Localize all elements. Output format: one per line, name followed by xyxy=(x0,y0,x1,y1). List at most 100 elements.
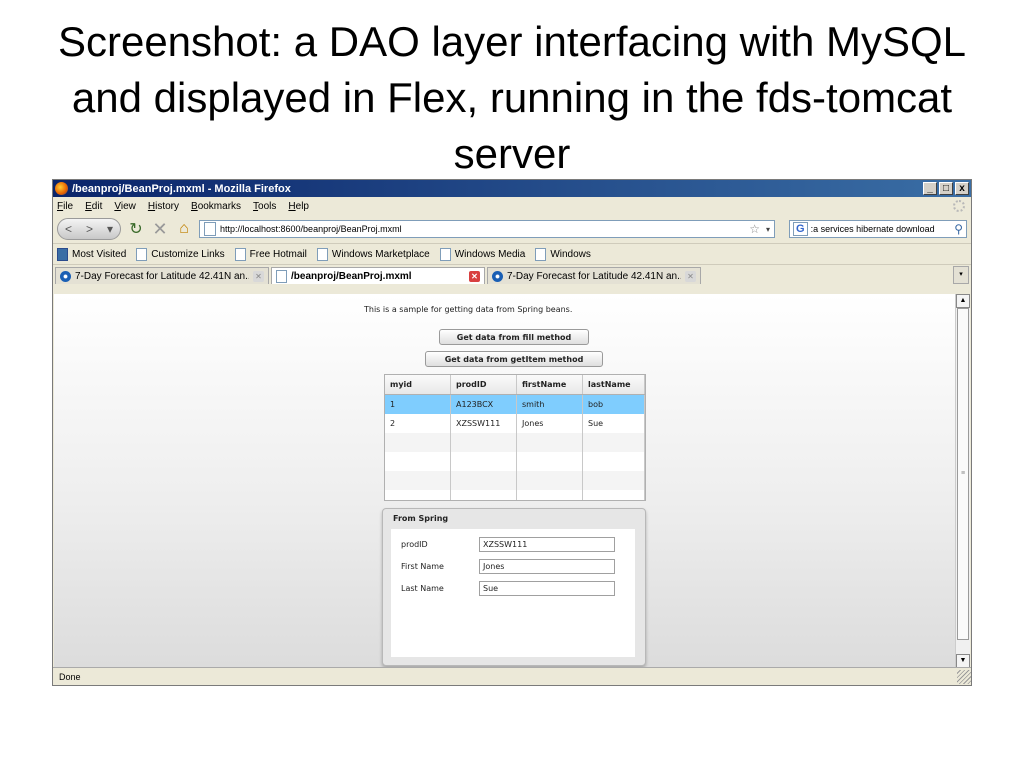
list-all-tabs-icon[interactable]: ▾ xyxy=(953,266,969,284)
scroll-thumb[interactable]: ≡ xyxy=(957,308,969,640)
prodid-input[interactable]: XZSSW111 xyxy=(479,537,615,552)
noaa-icon xyxy=(492,270,503,282)
cell-firstname: Jones xyxy=(516,414,583,433)
navigation-toolbar: < > ▾ ↻ ✕ ⌂ http://localhost:8600/beanpr… xyxy=(53,215,971,243)
menu-bookmarks[interactable]: Bookmarks xyxy=(191,201,241,212)
get-getitem-button[interactable]: Get data from getItem method xyxy=(425,351,603,367)
tab-close-icon[interactable]: ✕ xyxy=(253,270,264,282)
forward-button[interactable]: > xyxy=(86,222,93,236)
grid-header-row: myid prodID firstName lastName xyxy=(385,375,645,395)
column-header-firstname[interactable]: firstName xyxy=(516,375,583,395)
scroll-up-icon[interactable]: ▲ xyxy=(956,294,970,308)
status-text: Done xyxy=(59,671,81,682)
bookmark-free-hotmail[interactable]: Free Hotmail xyxy=(234,247,307,261)
page-icon xyxy=(276,269,287,283)
slide-title: Screenshot: a DAO layer interfacing with… xyxy=(57,18,967,177)
empty-row xyxy=(385,452,645,471)
minimize-button[interactable]: _ xyxy=(923,182,937,195)
home-icon[interactable]: ⌂ xyxy=(175,220,193,238)
maximize-button[interactable]: □ xyxy=(939,182,953,195)
prodid-label: prodID xyxy=(401,540,428,549)
lastname-input[interactable]: Sue xyxy=(479,581,615,596)
table-row[interactable]: 2 XZSSW111 Jones Sue xyxy=(385,414,645,433)
reload-icon[interactable]: ↻ xyxy=(127,219,145,239)
tab-label: /beanproj/BeanProj.mxml xyxy=(291,270,412,282)
page-icon xyxy=(316,247,328,261)
most-visited-icon xyxy=(57,247,68,261)
tab-bar: 7-Day Forecast for Latitude 42.41N an...… xyxy=(53,264,971,284)
back-forward-group: < > ▾ xyxy=(57,218,121,240)
tab-label: 7-Day Forecast for Latitude 42.41N an... xyxy=(507,270,681,282)
throbber-icon xyxy=(953,200,965,212)
lastname-row: Last Name Sue xyxy=(401,581,615,596)
bookmark-star-icon[interactable]: ☆ xyxy=(749,222,760,236)
from-spring-panel: From Spring prodID XZSSW111 First Name J… xyxy=(382,508,646,666)
search-box[interactable]: G :a services hibernate download ⚲ xyxy=(789,220,967,238)
prodid-row: prodID XZSSW111 xyxy=(401,537,615,552)
cell-myid: 2 xyxy=(385,414,451,433)
bookmark-most-visited[interactable]: Most Visited xyxy=(57,247,126,261)
tab-forecast-1[interactable]: 7-Day Forecast for Latitude 42.41N an...… xyxy=(55,267,269,284)
cell-prodid: XZSSW111 xyxy=(450,414,517,433)
bookmark-windows[interactable]: Windows xyxy=(535,247,591,261)
data-grid[interactable]: myid prodID firstName lastName 1 A123BCX… xyxy=(384,374,646,501)
tab-close-icon[interactable]: ✕ xyxy=(469,270,480,282)
window-title: /beanproj/BeanProj.mxml - Mozilla Firefo… xyxy=(72,182,291,195)
cell-firstname: smith xyxy=(516,394,583,414)
column-header-prodid[interactable]: prodID xyxy=(450,375,517,395)
url-dropdown-icon[interactable]: ▾ xyxy=(766,225,770,234)
menu-view[interactable]: View xyxy=(114,201,136,212)
menu-tools[interactable]: Tools xyxy=(253,201,276,212)
cell-lastname: Sue xyxy=(582,414,645,433)
table-row[interactable]: 1 A123BCX smith bob xyxy=(385,394,645,414)
menu-file[interactable]: File xyxy=(57,201,73,212)
search-icon[interactable]: ⚲ xyxy=(954,222,963,236)
status-bar: Done xyxy=(53,667,971,685)
url-bar[interactable]: http://localhost:8600/beanproj/BeanProj.… xyxy=(199,220,775,238)
history-dropdown-icon[interactable]: ▾ xyxy=(107,222,113,236)
page-icon xyxy=(439,247,451,261)
noaa-icon xyxy=(60,270,71,282)
empty-row xyxy=(385,471,645,490)
tab-label: 7-Day Forecast for Latitude 42.41N an... xyxy=(75,270,249,282)
bookmark-windows-media[interactable]: Windows Media xyxy=(439,247,525,261)
tab-beanproj[interactable]: /beanproj/BeanProj.mxml ✕ xyxy=(271,267,485,284)
cell-myid: 1 xyxy=(385,394,451,414)
page-icon xyxy=(234,247,246,261)
back-button[interactable]: < xyxy=(65,222,72,236)
panel-body: prodID XZSSW111 First Name Jones Last Na… xyxy=(391,529,635,657)
lastname-label: Last Name xyxy=(401,584,444,593)
page-icon xyxy=(535,247,547,261)
cell-lastname: bob xyxy=(582,394,645,414)
bookmark-customize-links[interactable]: Customize Links xyxy=(136,247,225,261)
window-titlebar[interactable]: /beanproj/BeanProj.mxml - Mozilla Firefo… xyxy=(53,180,971,197)
cell-prodid: A123BCX xyxy=(450,394,517,414)
intro-text: This is a sample for getting data from S… xyxy=(364,305,573,314)
close-button[interactable]: x xyxy=(955,182,969,195)
menu-help[interactable]: Help xyxy=(288,201,309,212)
menu-history[interactable]: History xyxy=(148,201,179,212)
flex-app-content: This is a sample for getting data from S… xyxy=(54,294,956,668)
scroll-down-icon[interactable]: ▼ xyxy=(956,654,970,668)
firstname-row: First Name Jones xyxy=(401,559,615,574)
tab-forecast-2[interactable]: 7-Day Forecast for Latitude 42.41N an...… xyxy=(487,267,701,284)
empty-row xyxy=(385,433,645,452)
menu-edit[interactable]: Edit xyxy=(85,201,102,212)
page-icon xyxy=(136,247,148,261)
column-header-lastname[interactable]: lastName xyxy=(582,375,645,395)
search-input[interactable]: :a services hibernate download xyxy=(811,224,955,234)
stop-icon[interactable]: ✕ xyxy=(151,219,169,240)
bookmark-windows-marketplace[interactable]: Windows Marketplace xyxy=(316,247,430,261)
google-icon[interactable]: G xyxy=(793,222,808,236)
firstname-input[interactable]: Jones xyxy=(479,559,615,574)
column-header-myid[interactable]: myid xyxy=(385,375,451,395)
vertical-scrollbar[interactable]: ▲ ≡ ▼ xyxy=(955,294,970,668)
firefox-icon xyxy=(55,182,68,195)
firstname-label: First Name xyxy=(401,562,444,571)
page-icon xyxy=(204,222,216,236)
url-text[interactable]: http://localhost:8600/beanproj/BeanProj.… xyxy=(220,224,749,234)
tab-close-icon[interactable]: ✕ xyxy=(685,270,696,282)
get-fill-button[interactable]: Get data from fill method xyxy=(439,329,589,345)
resize-grip-icon[interactable] xyxy=(957,669,971,684)
menu-bar: File Edit View History Bookmarks Tools H… xyxy=(53,197,971,215)
